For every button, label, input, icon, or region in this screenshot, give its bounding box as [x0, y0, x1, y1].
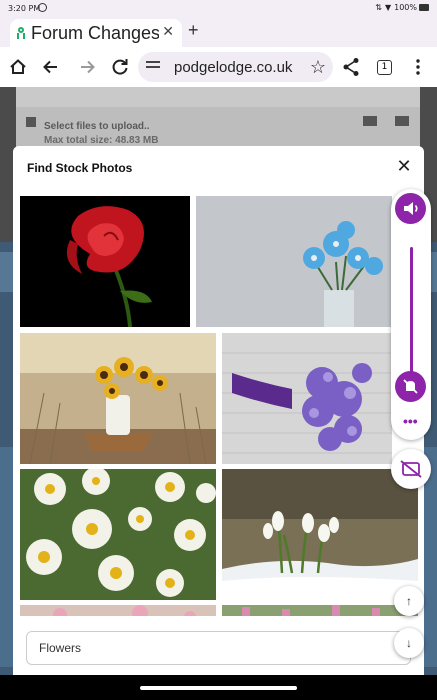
home-gesture-handle[interactable] [140, 686, 297, 690]
photo-tile[interactable] [196, 196, 392, 327]
photo-tile[interactable] [20, 196, 190, 327]
status-bar: 3:20 PM ⇅ ▼ 100% [0, 0, 437, 17]
captions-off-icon [400, 460, 422, 478]
status-icons: ⇅ ▼ 100% [375, 3, 417, 12]
photo-daisies [20, 469, 216, 600]
address-bar[interactable]: podgelodge.co.uk [138, 52, 333, 82]
dialog-title: Find Stock Photos [27, 161, 133, 175]
tab-switcher-button[interactable]: 1 [377, 60, 392, 75]
volume-panel: ••• [391, 189, 431, 440]
site-favicon-icon [16, 26, 26, 40]
volume-slider[interactable] [410, 247, 413, 373]
photo-sunflowers [20, 333, 216, 464]
vibrate-icon: ⇅ [375, 3, 382, 12]
status-time: 3:20 PM [8, 4, 41, 13]
close-icon[interactable]: ✕ [392, 154, 416, 178]
battery-label: 100% [394, 3, 417, 12]
photo-tile[interactable] [222, 469, 418, 600]
wifi-icon: ▼ [384, 3, 392, 12]
more-options-icon[interactable]: ••• [403, 413, 418, 429]
upload-title: Select files to upload.. [44, 121, 150, 132]
reload-icon[interactable] [107, 47, 133, 87]
scroll-up-button[interactable]: ↑ [394, 586, 424, 616]
tab-strip: Forum Changes ✕ + [0, 17, 437, 47]
photo-tile[interactable] [20, 333, 216, 464]
home-icon[interactable] [5, 47, 31, 87]
url-text: podgelodge.co.uk [174, 59, 293, 76]
bookmark-star-icon[interactable]: ☆ [305, 47, 331, 87]
stock-photos-dialog: Find Stock Photos ✕ Flowers [13, 146, 424, 675]
live-caption-button[interactable] [391, 449, 431, 489]
speaker-icon [404, 202, 418, 215]
site-settings-icon[interactable] [146, 58, 160, 74]
share-icon[interactable] [338, 47, 364, 87]
photo-tile[interactable] [20, 469, 216, 600]
photo-purple-bouquet [222, 333, 392, 464]
mute-button[interactable] [395, 371, 426, 402]
photo-blue-flowers [196, 196, 392, 327]
tab-title: Forum Changes [31, 22, 159, 43]
photo-red-rose [66, 206, 152, 327]
browser-toolbar: podgelodge.co.uk ☆ 1 [0, 47, 437, 87]
tab-close-icon[interactable]: ✕ [162, 23, 174, 40]
scroll-down-button[interactable]: ↓ [394, 628, 424, 658]
battery-icon [419, 4, 429, 11]
photo-tile[interactable] [222, 333, 392, 464]
system-nav-bar [0, 675, 437, 700]
search-area: Flowers [13, 616, 424, 675]
new-tab-button[interactable]: + [188, 20, 199, 41]
notification-icon [38, 3, 47, 12]
back-icon[interactable] [38, 47, 64, 87]
photo-snowdrops [222, 469, 418, 600]
forward-icon[interactable] [74, 47, 100, 87]
search-input[interactable]: Flowers [26, 631, 411, 665]
speaker-button[interactable] [395, 193, 426, 224]
upload-size-text: Max total size: 48.83 MB [44, 135, 159, 146]
mute-notification-icon [403, 379, 418, 394]
browser-tab[interactable]: Forum Changes ✕ [10, 19, 182, 47]
menu-icon[interactable] [405, 47, 431, 87]
